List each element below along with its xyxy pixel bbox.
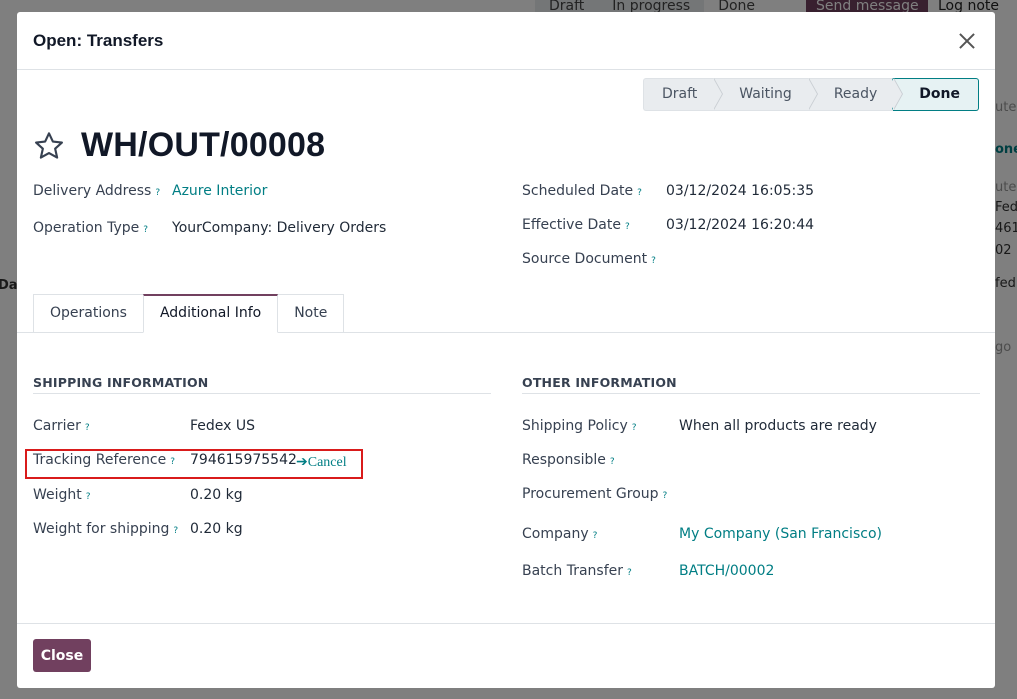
record-title-row: WH/OUT/00008	[33, 126, 325, 165]
help-icon[interactable]: ?	[632, 423, 637, 433]
field-weight-for-shipping: Weight for shipping? 0.20 kg	[33, 521, 243, 537]
weight-for-shipping-value: 0.20 kg	[190, 521, 243, 537]
help-icon[interactable]: ?	[593, 531, 598, 541]
cancel-link-label: Cancel	[307, 455, 347, 470]
field-label: Scheduled Date	[522, 183, 634, 199]
close-button[interactable]: Close	[33, 639, 91, 672]
shipping-policy-value: When all products are ready	[679, 418, 877, 434]
stage-ready[interactable]: Ready	[807, 78, 904, 111]
cancel-tracking-link[interactable]: ➔Cancel	[296, 454, 347, 471]
help-icon[interactable]: ?	[627, 568, 632, 578]
other-section-title: OTHER INFORMATION	[522, 375, 677, 390]
delivery-address-link[interactable]: Azure Interior	[172, 183, 267, 199]
stage-waiting[interactable]: Waiting	[713, 78, 818, 111]
field-company: Company? My Company (San Francisco)	[522, 526, 882, 542]
help-icon[interactable]: ?	[86, 492, 91, 502]
tab-operations[interactable]: Operations	[33, 294, 144, 333]
help-icon[interactable]: ?	[651, 256, 656, 266]
weight-number: 0.20	[190, 487, 222, 503]
help-icon[interactable]: ?	[610, 457, 615, 467]
field-label: Carrier	[33, 418, 81, 434]
field-label: Batch Transfer	[522, 563, 623, 579]
scheduled-date-value: 03/12/2024 16:05:35	[666, 183, 815, 199]
help-icon[interactable]: ?	[663, 491, 668, 501]
field-shipping-policy: Shipping Policy? When all products are r…	[522, 418, 877, 434]
help-icon[interactable]: ?	[85, 423, 90, 433]
dialog-header: Open: Transfers	[17, 12, 995, 70]
help-icon[interactable]: ?	[637, 188, 642, 198]
shipping-section-title: SHIPPING INFORMATION	[33, 375, 209, 390]
stage-done-label: Done	[919, 86, 960, 102]
company-link[interactable]: My Company (San Francisco)	[679, 526, 882, 542]
field-procurement-group: Procurement Group?	[522, 486, 667, 502]
field-label: Delivery Address	[33, 183, 152, 199]
close-icon[interactable]	[955, 29, 979, 53]
field-label: Shipping Policy	[522, 418, 628, 434]
field-label: Operation Type	[33, 220, 140, 236]
field-responsible: Responsible?	[522, 452, 615, 468]
record-name: WH/OUT/00008	[81, 126, 326, 164]
weight-shipping-unit: kg	[225, 521, 243, 537]
field-carrier: Carrier? Fedex US	[33, 418, 255, 434]
star-icon[interactable]	[33, 130, 65, 162]
help-icon[interactable]: ?	[155, 188, 160, 198]
arrow-right-icon: ➔	[296, 455, 308, 470]
field-weight: Weight? 0.20 kg	[33, 487, 243, 503]
section-divider	[522, 393, 980, 394]
field-label: Tracking Reference	[33, 452, 167, 468]
batch-transfer-link[interactable]: BATCH/00002	[679, 563, 774, 579]
field-label: Procurement Group	[522, 486, 659, 502]
field-label: Weight for shipping	[33, 521, 170, 537]
field-scheduled-date: Scheduled Date? 03/12/2024 16:05:35	[522, 183, 814, 199]
dialog-footer-divider	[17, 623, 995, 624]
carrier-value: Fedex US	[190, 418, 256, 434]
weight-shipping-number: 0.20	[190, 521, 222, 537]
weight-unit: kg	[225, 487, 243, 503]
stage-done[interactable]: Done	[892, 78, 979, 111]
section-divider	[33, 393, 491, 394]
help-icon[interactable]: ?	[173, 526, 178, 536]
effective-date-value: 03/12/2024 16:20:44	[666, 217, 815, 233]
help-icon[interactable]: ?	[625, 222, 630, 232]
tab-additional-info[interactable]: Additional Info	[142, 294, 279, 333]
field-delivery-address: Delivery Address? Azure Interior	[33, 183, 267, 199]
tab-note[interactable]: Note	[277, 294, 345, 333]
field-label: Company	[522, 526, 589, 542]
field-operation-type: Operation Type? YourCompany: Delivery Or…	[33, 220, 386, 236]
transfer-dialog: Open: Transfers Draft Waiting Ready Done…	[17, 12, 995, 688]
field-batch-transfer: Batch Transfer? BATCH/00002	[522, 563, 774, 579]
field-effective-date: Effective Date? 03/12/2024 16:20:44	[522, 217, 814, 233]
field-tracking-reference: Tracking Reference? 794615975542 ➔Cancel	[33, 452, 347, 470]
operation-type-value: YourCompany: Delivery Orders	[172, 220, 387, 236]
field-label: Responsible	[522, 452, 606, 468]
weight-value: 0.20 kg	[190, 487, 243, 503]
notebook-tabs: Operations Additional Info Note	[33, 294, 345, 333]
field-source-document: Source Document?	[522, 251, 656, 267]
field-label: Weight	[33, 487, 82, 503]
field-label: Effective Date	[522, 217, 621, 233]
dialog-title: Open: Transfers	[33, 30, 164, 50]
tracking-reference-value: 794615975542	[190, 452, 297, 468]
status-bar: Draft Waiting Ready Done	[642, 78, 979, 111]
stage-draft[interactable]: Draft	[642, 78, 724, 111]
help-icon[interactable]: ?	[143, 225, 148, 235]
help-icon[interactable]: ?	[170, 457, 175, 467]
field-label: Source Document	[522, 251, 648, 267]
